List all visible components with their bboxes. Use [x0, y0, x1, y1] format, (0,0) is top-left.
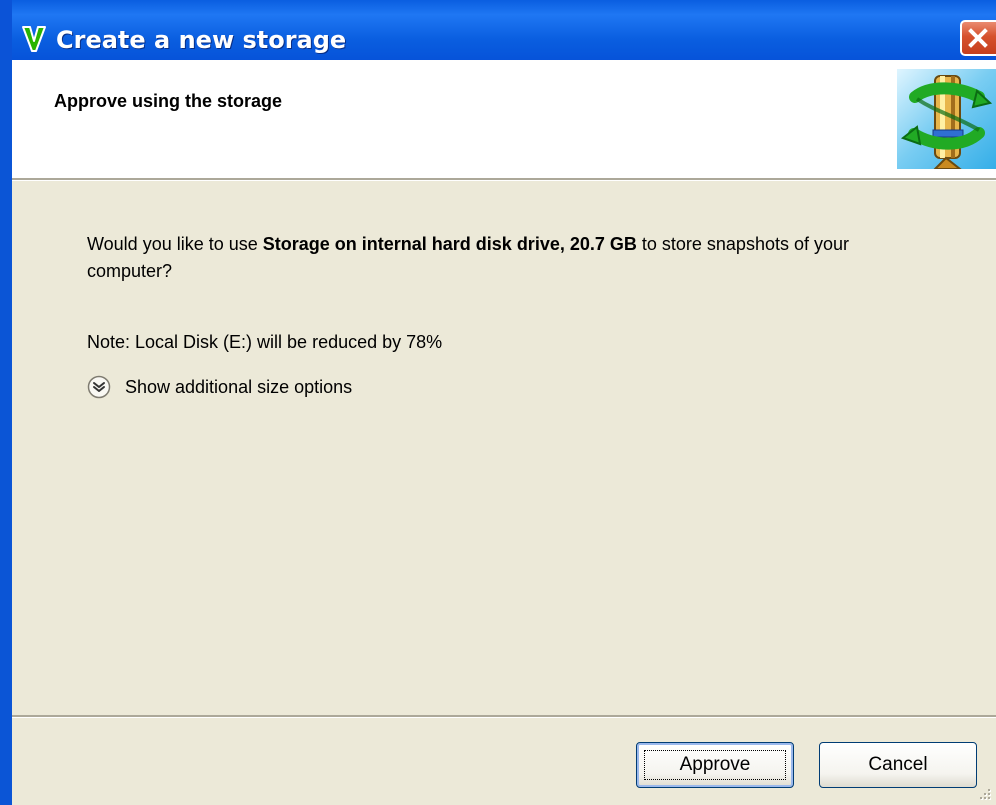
page-title: Approve using the storage [54, 91, 283, 111]
show-size-options-toggle[interactable]: Show additional size options [87, 374, 352, 400]
dialog-content: Would you like to use Storage on interna… [12, 181, 996, 713]
cancel-button[interactable]: Cancel [819, 742, 977, 788]
window-title: Create a new storage [56, 26, 347, 54]
storage-question: Would you like to use Storage on interna… [87, 231, 937, 285]
approve-button[interactable]: Approve [636, 742, 794, 788]
storage-graphic [900, 75, 993, 169]
disk-reduction-note: Note: Local Disk (E:) will be reduced by… [87, 332, 443, 352]
storage-sync-icon [897, 69, 996, 169]
storage-name: Storage on internal hard disk drive, 20.… [262, 234, 637, 254]
close-icon [968, 28, 988, 48]
create-storage-dialog: Create a new storage Approve using the s… [0, 0, 996, 805]
show-size-options-label: Show additional size options [125, 377, 353, 397]
window-left-border [0, 60, 12, 805]
dialog-header: Approve using the storage [0, 60, 996, 178]
chevron-double-down-icon [87, 375, 111, 399]
resize-grip-icon[interactable] [978, 787, 994, 803]
close-button[interactable] [960, 20, 996, 56]
dialog-footer: Approve Cancel [12, 718, 996, 805]
question-prefix: Would you like to use [87, 234, 263, 254]
green-check-icon [22, 26, 46, 52]
